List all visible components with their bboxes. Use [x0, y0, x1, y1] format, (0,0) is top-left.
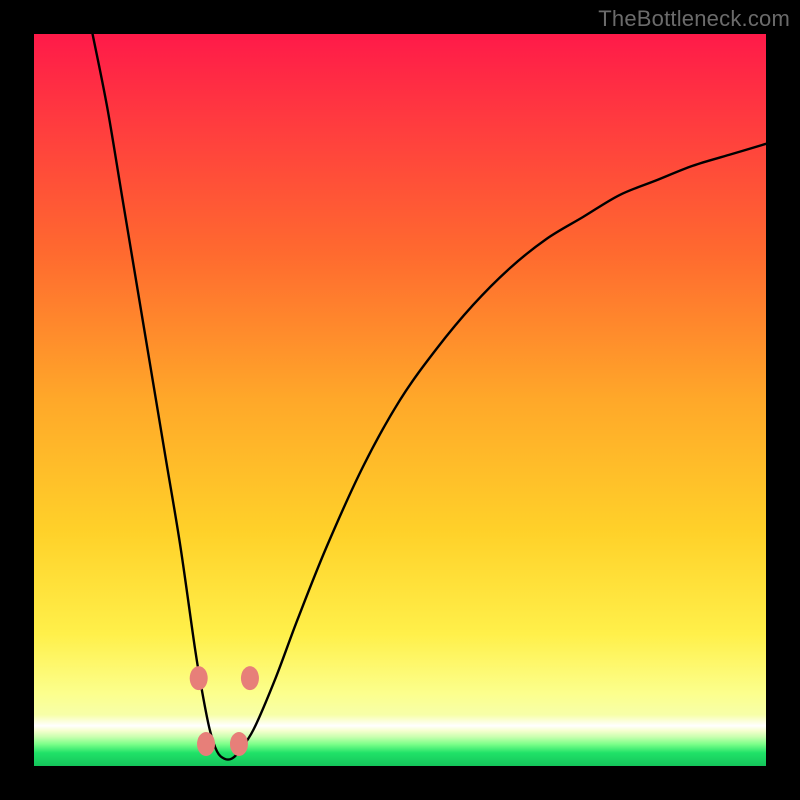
marker-right-lower	[230, 732, 248, 756]
bottleneck-curve	[93, 34, 766, 760]
marker-left-lower	[197, 732, 215, 756]
plot-area	[34, 34, 766, 766]
marker-left-upper	[190, 666, 208, 690]
curve-markers	[190, 666, 259, 756]
chart-frame: TheBottleneck.com	[0, 0, 800, 800]
marker-right-upper	[241, 666, 259, 690]
watermark-text: TheBottleneck.com	[598, 6, 790, 32]
curve-svg	[34, 34, 766, 766]
